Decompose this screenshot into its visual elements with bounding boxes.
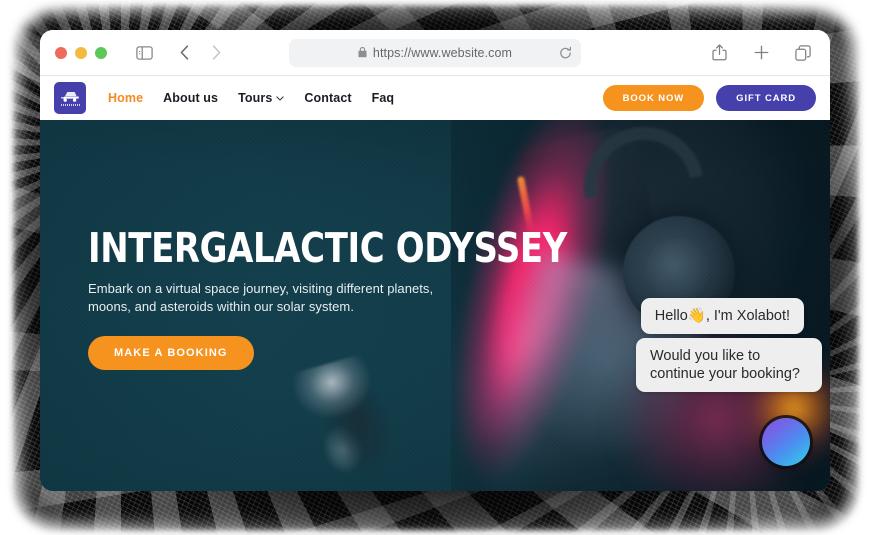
hero-subtitle: Embark on a virtual space journey, visit… [88,281,434,315]
minimize-window-button[interactable] [75,46,87,59]
lock-icon [358,47,367,58]
nav-item-about-us[interactable]: About us [163,91,218,105]
tab-overview-icon[interactable] [790,40,816,66]
chat-bubble-greeting: Hello👋, I'm Xolabot! [640,298,804,335]
nav-actions: BOOK NOW GIFT CARD [602,85,816,111]
make-a-booking-button[interactable]: MAKE A BOOKING [88,335,254,370]
nav-item-faq[interactable]: Faq [372,91,395,105]
forward-button[interactable] [203,40,229,66]
site-navigation-bar: Home About us Tours Contact Faq BOOK NOW… [40,76,830,120]
hero-section: INTERGALACTIC ODYSSEY Embark on a virtua… [40,120,830,491]
url-text: https://www.website.com [372,45,513,60]
nav-item-tours-label: Tours [238,91,273,105]
nav-item-tours[interactable]: Tours [238,91,285,105]
screenshot-stage: https://www.website.com Home About us To… [0,0,869,535]
toolbar-actions [706,40,816,66]
navigation-arrows[interactable] [171,40,229,66]
share-icon[interactable] [706,40,732,66]
reload-icon[interactable] [559,46,572,59]
nav-item-about-us-label: About us [163,91,219,105]
hero-content: INTERGALACTIC ODYSSEY Embark on a virtua… [88,224,567,370]
gift-card-button[interactable]: GIFT CARD [716,85,816,111]
chevron-down-icon [276,96,285,101]
maximize-window-button[interactable] [95,46,107,59]
page-title: INTERGALACTIC ODYSSEY [88,224,567,272]
nav-links: Home About us Tours Contact Faq [108,91,394,105]
space-adventures-logo[interactable] [54,82,86,114]
new-tab-icon[interactable] [748,40,774,66]
chat-launcher-orb-gradient [762,418,810,466]
close-window-button[interactable] [55,46,67,59]
address-bar[interactable]: https://www.website.com [289,38,581,67]
nav-item-contact[interactable]: Contact [304,91,351,105]
browser-window: https://www.website.com Home About us To… [40,30,830,491]
back-button[interactable] [171,40,197,66]
window-controls[interactable] [55,46,107,59]
nav-item-contact-label: Contact [304,91,352,105]
browser-toolbar: https://www.website.com [40,30,830,76]
nav-item-home[interactable]: Home [108,91,143,105]
sidebar-toggle-icon[interactable] [131,40,157,66]
nav-item-faq-label: Faq [371,91,395,105]
chat-bubble-question: Would you like to continue your booking? [636,338,822,393]
nav-item-home-label: Home [108,91,144,105]
logo-wordmark [60,104,80,106]
book-now-button[interactable]: BOOK NOW [602,85,705,111]
chat-launcher-orb[interactable] [762,418,810,466]
